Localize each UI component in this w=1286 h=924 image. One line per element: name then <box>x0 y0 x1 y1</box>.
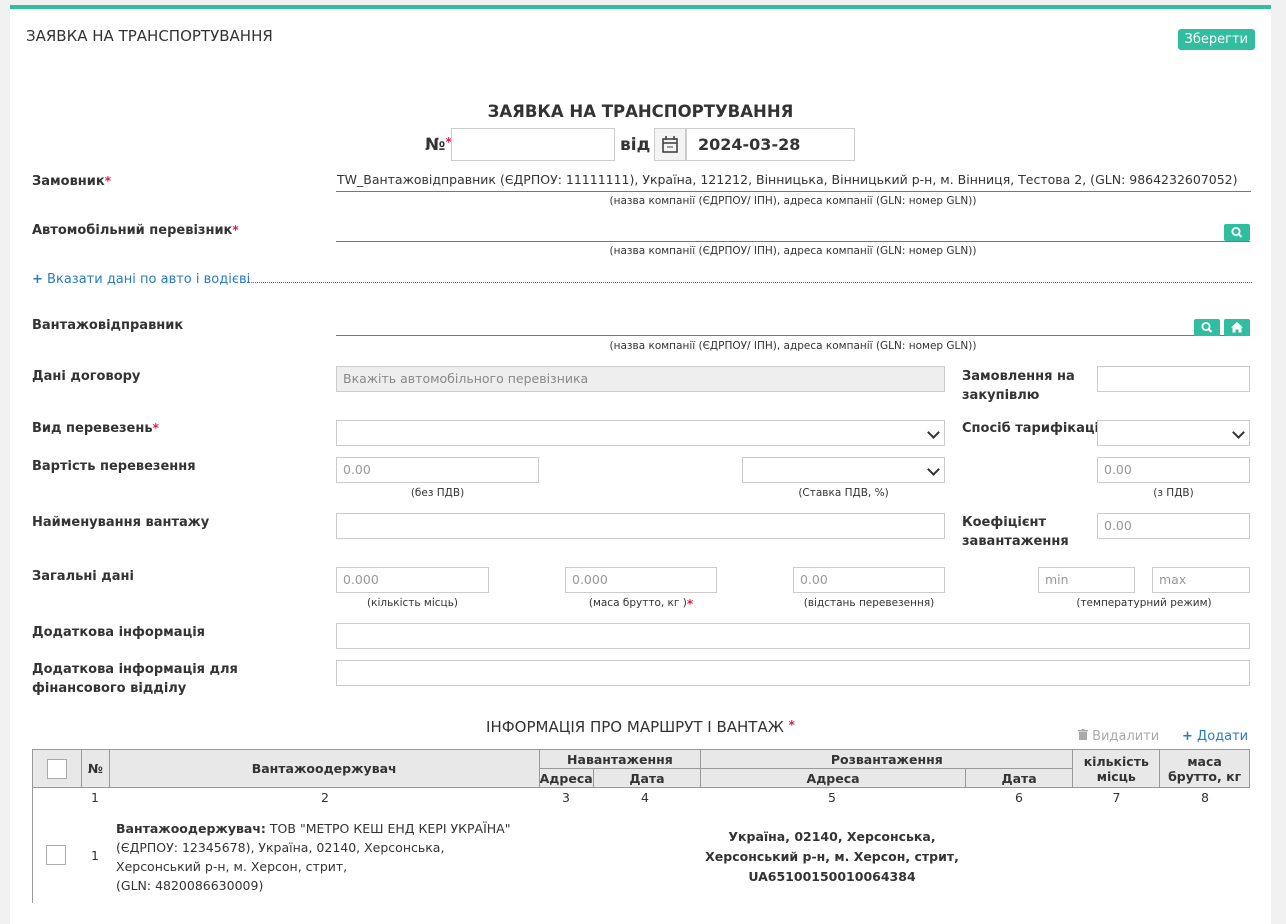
col-load-date-header: Дата <box>592 768 702 788</box>
places-input[interactable]: 0.000 <box>336 567 489 593</box>
page-title: ЗАЯВКА НА ТРАНСПОРТУВАННЯ <box>26 27 273 45</box>
document-title: ЗАЯВКА НА ТРАНСПОРТУВАННЯ <box>487 102 794 121</box>
tariff-label: Спосіб тарифікації <box>962 421 1104 436</box>
consignee-cell[interactable]: Вантажоодержувач: ТОВ "МЕТРО КЕШ ЕНД КЕР… <box>116 819 521 895</box>
gross-weight-input[interactable]: 0.000 <box>565 567 717 593</box>
column-number: 6 <box>1015 790 1023 805</box>
vat-rate-select[interactable] <box>742 457 945 483</box>
distance-hint: (відстань перевезення) <box>803 597 935 609</box>
chevron-down-icon <box>1232 426 1245 439</box>
divider <box>247 282 1252 283</box>
search-icon <box>1231 227 1243 238</box>
col-consignee-header: Вантажоодержувач <box>108 749 540 788</box>
add-button[interactable]: + Додати <box>1182 729 1248 744</box>
col-unload-date-header: Дата <box>964 768 1074 788</box>
date-label: від <box>620 135 651 155</box>
carrier-hint: (назва компанії (ЄДРПОУ/ ІПН), адреса ко… <box>609 245 977 257</box>
save-button[interactable]: Зберегти <box>1177 29 1255 50</box>
vehicle-driver-link[interactable]: + Вказати дані по авто і водієві <box>32 272 250 287</box>
customer-hint: (назва компанії (ЄДРПОУ/ ІПН), адреса ко… <box>609 195 977 207</box>
route-table: № Вантажоодержувач Навантаження Розванта… <box>32 749 1250 788</box>
general-label: Загальні дані <box>32 569 134 584</box>
cost-hint: (без ПДВ) <box>410 487 465 499</box>
consignee-label: Вантажоодержувач: <box>116 821 266 836</box>
col-unload-address-header: Адреса <box>700 768 966 788</box>
carrier-search-button[interactable] <box>1224 224 1250 241</box>
column-number: 7 <box>1112 790 1121 805</box>
home-icon <box>1231 322 1243 333</box>
load-coef-input[interactable]: 0.00 <box>1097 513 1250 539</box>
cost-with-vat-input[interactable]: 0.00 <box>1097 457 1250 483</box>
extra-fin-label: Додаткова інформація для фінансового від… <box>32 662 238 696</box>
gross-weight-hint: (маса брутто, кг )* <box>588 597 694 611</box>
extra-fin-input[interactable] <box>336 660 1250 686</box>
carrier-label: Автомобільний перевізник* <box>32 223 239 238</box>
column-number: 1 <box>91 790 99 805</box>
cost-input[interactable]: 0.00 <box>336 457 539 483</box>
column-number: 4 <box>641 790 649 805</box>
plus-icon: + <box>32 272 43 287</box>
purchase-order-input[interactable] <box>1097 366 1250 392</box>
column-number: 8 <box>1201 790 1209 805</box>
customer-field[interactable]: TW_Вантажовідправник (ЄДРПОУ: 11111111),… <box>336 172 1251 192</box>
cargo-name-input[interactable] <box>336 513 945 539</box>
extra-info-input[interactable] <box>336 623 1250 649</box>
consignee-gln: (GLN: 4820086630009) <box>116 878 264 893</box>
places-hint: (кількість місць) <box>367 597 458 609</box>
date-input[interactable]: 2024-03-28 <box>686 128 855 161</box>
search-icon <box>1201 322 1213 333</box>
transport-type-label: Вид перевезень* <box>32 421 159 436</box>
load-coef-label: Коефіцієнт завантаження <box>962 515 1069 549</box>
column-number: 2 <box>321 790 329 805</box>
row-checkbox[interactable] <box>46 845 66 865</box>
extra-info-label: Додаткова інформація <box>32 625 206 640</box>
temp-hint: (температурний режим) <box>1076 597 1212 609</box>
shipper-hint: (назва компанії (ЄДРПОУ/ ІПН), адреса ко… <box>609 340 977 352</box>
contract-label: Дані договору <box>32 369 141 384</box>
number-input[interactable] <box>451 128 615 161</box>
cargo-name-label: Найменування вантажу <box>32 515 210 530</box>
row-number: 1 <box>91 848 99 863</box>
transport-type-select[interactable] <box>336 420 945 446</box>
form-panel: ЗАЯВКА НА ТРАНСПОРТУВАННЯ Зберегти ЗАЯВК… <box>10 5 1271 924</box>
carrier-field[interactable] <box>336 221 1250 242</box>
plus-icon: + <box>1182 729 1193 744</box>
shipper-field[interactable] <box>336 316 1250 336</box>
delete-button[interactable]: Видалити <box>1078 729 1159 744</box>
shipper-home-button[interactable] <box>1224 319 1250 336</box>
temp-min-input[interactable]: min <box>1038 567 1135 593</box>
column-number: 5 <box>828 790 836 805</box>
cost-label: Вартість перевезення <box>32 459 196 474</box>
vat-rate-hint: (Ставка ПДВ, %) <box>798 487 889 499</box>
number-label: №* <box>425 135 452 155</box>
temp-max-input[interactable]: max <box>1152 567 1250 593</box>
unload-address-cell[interactable]: Україна, 02140, Херсонська, Херсонський … <box>702 827 962 887</box>
customer-label: Замовник* <box>32 174 111 189</box>
col-num-header: № <box>80 749 110 788</box>
column-numbers: 1 2 3 4 5 6 7 8 <box>32 790 1250 809</box>
purchase-order-label: Замовлення на закупівлю <box>962 369 1075 403</box>
col-unloading-header: Розвантаження <box>700 749 1074 769</box>
trash-icon <box>1078 729 1088 740</box>
select-all-cell <box>32 749 82 788</box>
chevron-down-icon <box>927 426 940 439</box>
select-all-checkbox[interactable] <box>46 758 67 779</box>
calendar-icon <box>662 136 678 153</box>
chevron-down-icon <box>927 463 940 476</box>
col-places-header: кількість місць <box>1072 749 1161 788</box>
col-load-address-header: Адреса <box>538 768 594 788</box>
shipper-search-button[interactable] <box>1194 319 1220 336</box>
distance-input[interactable]: 0.00 <box>793 567 945 593</box>
column-number: 3 <box>562 790 570 805</box>
cost-with-vat-hint: (з ПДВ) <box>1153 487 1194 499</box>
col-gross-header: маса брутто, кг <box>1159 749 1250 788</box>
col-loading-header: Навантаження <box>538 749 702 769</box>
calendar-button[interactable] <box>654 128 686 161</box>
shipper-label: Вантажовідправник <box>32 318 184 333</box>
table-left-border <box>32 788 33 903</box>
tariff-select[interactable] <box>1097 420 1250 446</box>
contract-field[interactable]: Вкажіть автомобільного перевізника <box>336 366 945 392</box>
